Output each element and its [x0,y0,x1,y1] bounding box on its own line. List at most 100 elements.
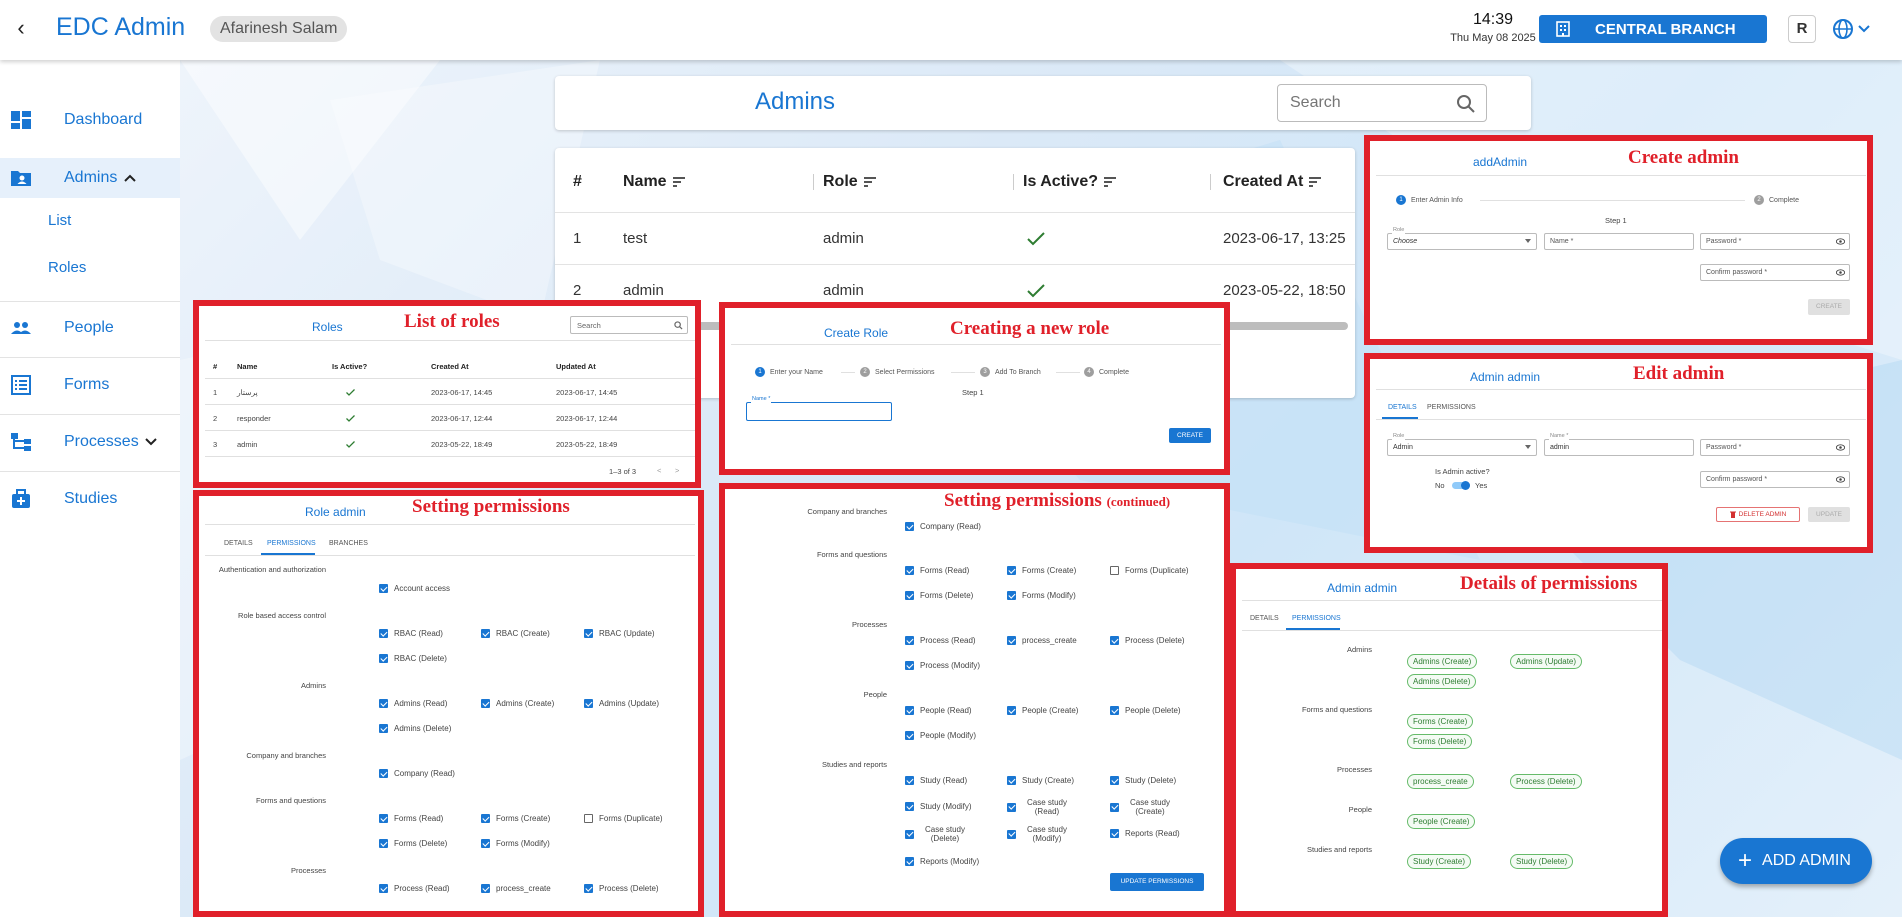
tab-permissions[interactable]: PERMISSIONS [1427,404,1476,411]
role-select[interactable]: Role Admin [1387,433,1537,456]
perm-checkbox[interactable]: Forms (Duplicate) [584,814,663,823]
sidebar-subitem-list[interactable]: List [48,212,71,229]
column-header-created[interactable]: Created At [1223,173,1322,191]
perm-checkbox[interactable]: Case study (Create) [1110,798,1175,816]
column-header-role[interactable]: Role [823,173,876,191]
update-permissions-button[interactable]: UPDATE PERMISSIONS [1110,873,1204,891]
search-icon[interactable] [674,321,683,330]
perm-checkbox[interactable]: RBAC (Read) [379,629,443,638]
perm-checkbox[interactable]: Admins (Delete) [379,724,451,733]
name-input[interactable]: Name * [1544,233,1694,250]
perm-checkbox[interactable]: RBAC (Update) [584,629,655,638]
delete-admin-button[interactable]: DELETE ADMIN [1716,507,1800,522]
user-initial-button[interactable]: R [1788,15,1816,43]
tab-permissions[interactable]: PERMISSIONS [267,540,316,547]
perm-checkbox[interactable]: Study (Modify) [905,802,972,811]
sidebar-item-studies[interactable]: Studies [0,479,180,519]
column-header-active[interactable]: Is Active? [1023,173,1116,191]
perm-checkbox[interactable]: RBAC (Create) [481,629,550,638]
perm-checkbox[interactable]: Forms (Read) [379,814,443,823]
create-admin-button[interactable]: CREATE [1808,299,1850,315]
confirm-password-input[interactable]: Confirm password * [1700,264,1850,281]
perm-checkbox[interactable]: Study (Create) [1007,776,1074,785]
sidebar-item-dashboard[interactable]: Dashboard [0,100,180,140]
roles-col-active[interactable]: Is Active? [332,362,367,371]
perm-checkbox[interactable]: Forms (Create) [1007,566,1076,575]
perm-checkbox[interactable]: Forms (Create) [481,814,550,823]
tab-permissions[interactable]: PERMISSIONS [1292,615,1341,622]
perm-checkbox[interactable]: People (Read) [905,706,972,715]
perm-checkbox[interactable]: Account access [379,584,450,593]
perm-checkbox[interactable]: Study (Read) [905,776,967,785]
role-name-input[interactable]: Name * [746,396,892,421]
sort-icon[interactable] [672,177,685,187]
tab-details[interactable]: DETAILS [1250,615,1279,622]
perm-checkbox[interactable]: Admins (Update) [584,699,659,708]
tab-details[interactable]: DETAILS [1388,404,1417,411]
perm-checkbox[interactable]: Admins (Create) [481,699,554,708]
eye-icon[interactable] [1836,444,1845,451]
sort-icon[interactable] [863,177,876,187]
perm-checkbox[interactable]: Process (Delete) [584,884,659,893]
perm-checkbox[interactable]: Forms (Delete) [905,591,973,600]
roles-col-updated[interactable]: Updated At [556,362,596,371]
perm-checkbox[interactable]: Company (Read) [379,769,455,778]
sidebar-item-admins[interactable]: Admins [0,158,180,198]
confirm-password-input[interactable]: Confirm password * [1700,471,1850,488]
perm-checkbox[interactable]: Process (Read) [905,636,976,645]
perm-checkbox[interactable]: Company (Read) [905,522,981,531]
prev-page-icon[interactable]: < [657,466,661,475]
perm-checkbox[interactable]: RBAC (Delete) [379,654,447,663]
sidebar-item-forms[interactable]: Forms [0,365,180,405]
roles-col-name[interactable]: Name [237,362,257,371]
perm-checkbox[interactable]: Process (Delete) [1110,636,1185,645]
language-selector[interactable] [1832,16,1872,42]
sidebar-item-people[interactable]: People [0,308,180,348]
perm-checkbox[interactable]: Forms (Duplicate) [1110,566,1189,575]
sort-icon[interactable] [1309,177,1322,187]
perm-checkbox[interactable]: Study (Delete) [1110,776,1176,785]
create-role-button[interactable]: CREATE [1169,428,1211,443]
next-page-icon[interactable]: > [675,466,679,475]
perm-checkbox[interactable]: Case study (Modify) [1007,825,1072,843]
perm-checkbox[interactable]: Admins (Read) [379,699,447,708]
tab-branches[interactable]: BRANCHES [329,540,368,547]
sidebar-item-processes[interactable]: Processes [0,422,180,462]
role-select[interactable]: Role Choose [1387,227,1537,250]
active-toggle[interactable] [1452,481,1470,490]
perm-checkbox[interactable]: Process (Modify) [905,661,980,670]
eye-icon[interactable] [1836,238,1845,245]
sidebar-subitem-roles[interactable]: Roles [48,259,86,276]
perm-checkbox[interactable]: Reports (Read) [1110,829,1180,838]
password-input[interactable]: Password * [1700,439,1850,456]
branch-button[interactable]: CENTRAL BRANCH [1539,15,1767,43]
eye-icon[interactable] [1836,269,1845,276]
perm-checkbox[interactable]: Forms (Delete) [379,839,447,848]
perm-checkbox[interactable]: Case study (Read) [1007,798,1072,816]
search-field[interactable] [1277,84,1487,122]
perm-checkbox[interactable]: Forms (Modify) [1007,591,1076,600]
sort-icon[interactable] [1104,177,1116,187]
perm-checkbox[interactable]: Process (Read) [379,884,450,893]
perm-checkbox[interactable]: Reports (Modify) [905,857,979,866]
perm-checkbox[interactable]: process_create [481,884,551,893]
perm-checkbox[interactable]: process_create [1007,636,1077,645]
roles-col-created[interactable]: Created At [431,362,469,371]
update-admin-button[interactable]: UPDATE [1808,507,1850,522]
add-admin-button[interactable]: + ADD ADMIN [1720,838,1872,884]
perm-checkbox[interactable]: People (Create) [1007,706,1078,715]
name-input[interactable]: Name * admin [1544,433,1694,456]
password-input[interactable]: Password * [1700,233,1850,250]
search-input[interactable] [1290,94,1440,112]
eye-icon[interactable] [1836,476,1845,483]
perm-checkbox[interactable]: Forms (Modify) [481,839,550,848]
perm-checkbox[interactable]: Forms (Read) [905,566,969,575]
back-arrow-icon[interactable]: ‹ [10,16,32,40]
tab-details[interactable]: DETAILS [224,540,253,547]
roles-search-field[interactable]: Search [570,316,688,334]
perm-checkbox[interactable]: People (Modify) [905,731,976,740]
column-header-name[interactable]: Name [623,173,685,191]
perm-checkbox[interactable]: Case study (Delete) [905,825,970,843]
search-icon[interactable] [1456,94,1476,114]
perm-checkbox[interactable]: People (Delete) [1110,706,1181,715]
